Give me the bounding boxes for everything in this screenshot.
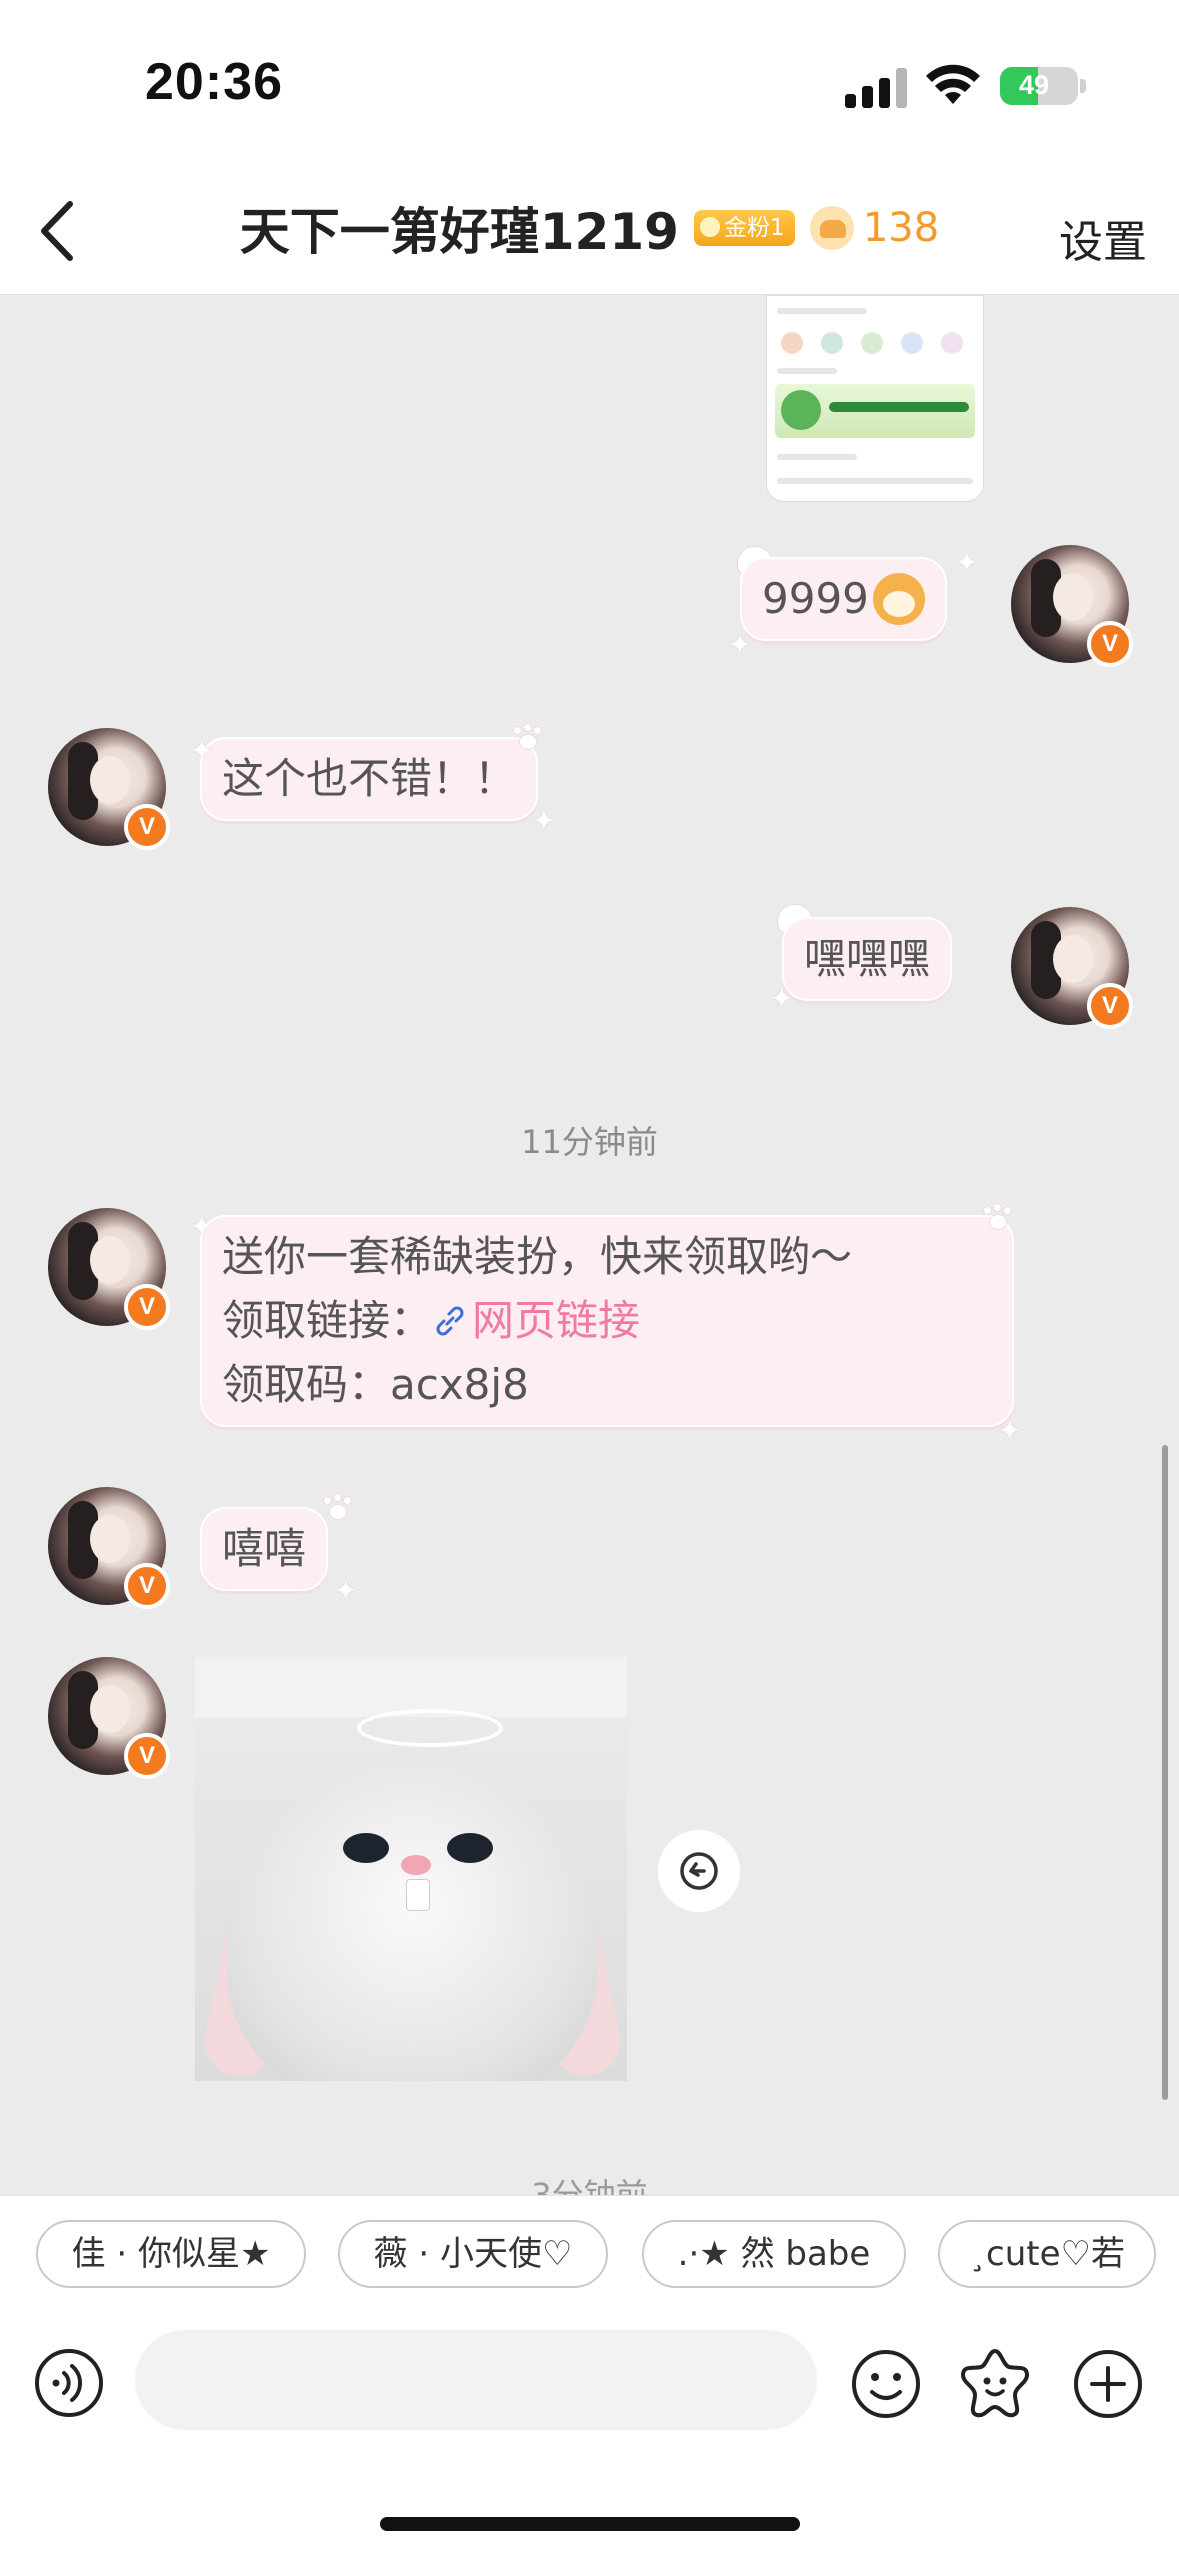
paw-decoration-icon [512,724,542,751]
settings-button[interactable]: 设置 [1059,206,1147,270]
sticker-icon[interactable] [957,2345,1033,2421]
quick-reply-chip[interactable]: ¸cute♡若 [938,2220,1156,2288]
voice-icon[interactable] [34,2348,104,2418]
scrollbar[interactable] [1162,1445,1168,2100]
message-text: 送你一套稀缺装扮，快来领取哟～ [222,1232,853,1281]
message-bubble[interactable]: 嘻嘻 [200,1507,329,1591]
status-time: 20:36 [145,53,283,111]
sparkle-icon: ✦ [998,1414,1022,1447]
sparkle-icon: ✦ [728,628,752,661]
timestamp: 3分钟前 [531,2176,648,2195]
message-bubble[interactable]: 这个也不错！！ [200,737,539,821]
screenshot-banner [775,384,975,438]
coin-icon [700,217,721,237]
message-link-row: 领取链接： 网页链接 [222,1289,992,1353]
verified-badge-icon: V [124,1733,170,1779]
level-icon [809,206,854,250]
quick-reply-bar: 佳 · 你似星★ 薇 · 小天使♡ .·★ 然 babe ¸cute♡若 [0,2195,1179,2306]
fan-badge: 金粉1 [694,210,795,246]
message-text: 嘿嘿嘿 [804,934,931,983]
message-text: 这个也不错！！ [222,754,517,803]
avatar[interactable]: V [1011,907,1133,1029]
verified-badge-icon: V [124,1284,170,1330]
quick-reply-chip[interactable]: 薇 · 小天使♡ [338,2220,608,2288]
header-title-row: 天下一第好瑾1219 金粉1 138 [0,192,1179,264]
sparkle-icon: ✦ [532,804,556,837]
cellular-signal-icon [845,66,907,108]
message-text: 领取码：acx8j8 [222,1360,529,1409]
chat-title[interactable]: 天下一第好瑾1219 [240,192,679,264]
revoke-reply-icon[interactable] [658,1830,740,1912]
link-icon [436,1306,464,1335]
sparkle-icon: ✦ [955,546,979,579]
message-bubble[interactable]: 送你一套稀缺装扮，快来领取哟～ 领取链接： 网页链接 领取码：acx8j8 [200,1215,1014,1427]
screenshot-image-message[interactable] [766,295,984,502]
cat-emoji-icon [872,572,925,625]
message-input[interactable] [135,2330,817,2430]
sparkle-icon: ✦ [190,1210,214,1243]
avatar[interactable]: V [48,728,170,850]
avatar[interactable]: V [48,1657,170,1779]
emoji-icon[interactable] [850,2348,922,2420]
quick-reply-chip[interactable]: 佳 · 你似星★ [36,2220,306,2288]
plus-icon[interactable] [1072,2348,1144,2420]
paw-decoration-icon [322,1494,352,1521]
status-bar: 20:36 49 [0,0,1179,170]
home-indicator [380,2517,800,2531]
verified-badge-icon: V [124,1563,170,1609]
sparkle-icon: ✦ [190,734,214,767]
avatar[interactable]: V [48,1208,170,1330]
message-bubble[interactable]: 嘿嘿嘿 [782,917,953,1001]
chat-header: 天下一第好瑾1219 金粉1 138 设置 [0,170,1179,295]
input-bar [0,2305,1179,2556]
level-number: 138 [862,205,940,251]
sparkle-icon: ✦ [334,1574,358,1607]
message-text: 嘻嘻 [222,1524,307,1573]
link-label: 领取链接： [222,1296,433,1345]
timestamp: 11分钟前 [521,1123,658,1161]
verified-badge-icon: V [124,804,170,850]
avatar[interactable]: V [1011,545,1133,667]
verified-badge-icon: V [1087,621,1133,667]
battery-level: 49 [1018,70,1050,100]
battery-icon: 49 [1000,67,1078,105]
web-link[interactable]: 网页链接 [472,1296,640,1345]
wifi-icon [926,64,980,104]
quick-reply-chip[interactable]: .·★ 然 babe [642,2220,906,2288]
fan-badge-label: 金粉1 [724,215,785,241]
message-text: 9999 [762,574,869,623]
paw-decoration-icon [982,1204,1012,1231]
verified-badge-icon: V [1087,983,1133,1029]
sparkle-icon: ✦ [770,982,794,1015]
rabbit-sticker-image[interactable] [195,1657,627,2081]
chat-messages[interactable]: V 9999 ✦ ✦ V 这个也不错！！ ✦ ✦ V 嘿嘿嘿 ✦ 11分钟前 V… [0,295,1179,2195]
avatar[interactable]: V [48,1487,170,1609]
message-bubble[interactable]: 9999 [740,557,947,641]
